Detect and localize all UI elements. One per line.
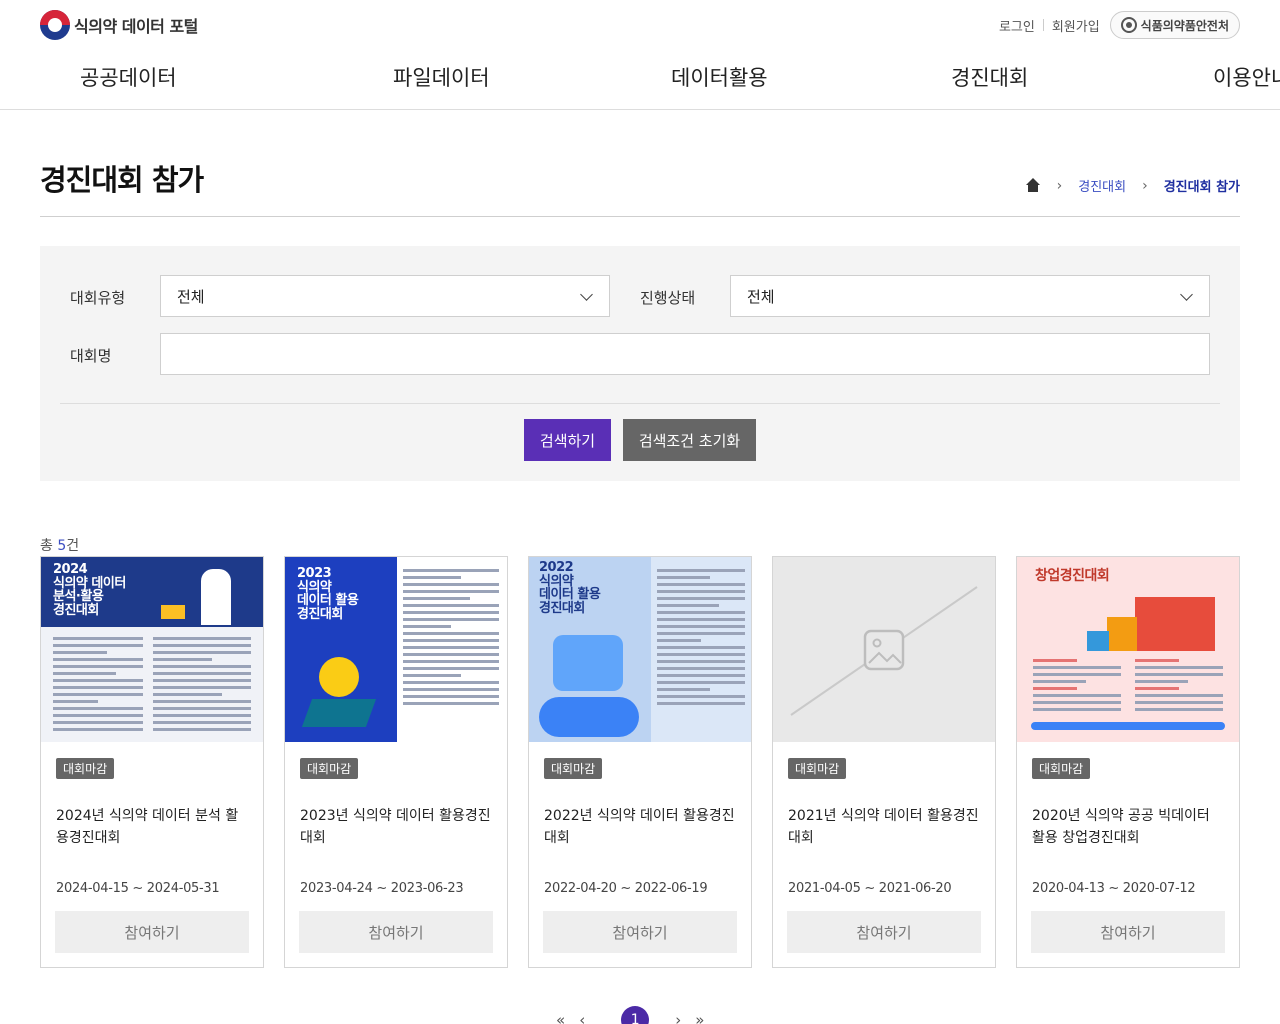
contest-card[interactable]: 대회마감 2021년 식의약 데이터 활용경진대회 2021-04-05 ~ 2… [772,556,996,968]
poster-text: 창업경진대회 [1035,568,1110,584]
title-divider [40,216,1240,217]
contest-poster-image[interactable]: 창업경진대회 [1017,557,1239,742]
contest-name-input[interactable] [160,333,1210,375]
status-badge: 대회마감 [1032,758,1091,779]
breadcrumb-current[interactable]: 경진대회 참가 [1164,176,1240,195]
image-placeholder[interactable] [773,557,995,742]
status-select[interactable]: 전체 [730,275,1210,317]
chevron-down-icon [1180,288,1193,301]
reset-button[interactable]: 검색조건 초기화 [623,419,756,461]
chevron-right-icon: › [1142,177,1148,194]
card-date: 2023-04-24 ~ 2023-06-23 [300,881,464,896]
gnb-contest[interactable]: 경진대회 [951,62,1028,92]
prev-page-icon[interactable]: ‹ [579,1011,585,1024]
status-badge: 대회마감 [544,758,603,779]
card-title[interactable]: 2023년 식의약 데이터 활용경진대회 [300,805,495,849]
card-title[interactable]: 2021년 식의약 데이터 활용경진대회 [788,805,983,849]
no-image-icon [790,586,978,716]
count-suffix: 건 [66,538,80,554]
poster-text: 2024 식의약 데이터 분석·활용 경진대회 [53,562,126,618]
status-badge: 대회마감 [788,758,847,779]
join-button[interactable]: 참여하기 [1031,911,1225,953]
panel-divider [60,403,1220,404]
breadcrumb: › 경진대회 › 경진대회 참가 [1025,176,1240,195]
logo-text: 식의약 데이터 포털 [74,17,198,36]
page-title: 경진대회 참가 [40,163,204,197]
gnb-guide[interactable]: 이용안내 [1213,62,1280,92]
result-count: 총 5건 [40,535,79,555]
login-link[interactable]: 로그인 [999,16,1035,35]
contest-card[interactable]: 2023 식의약 데이터 활용 경진대회 대회마감 2023년 식의약 데이터 … [284,556,508,968]
card-date: 2022-04-20 ~ 2022-06-19 [544,881,708,896]
agency-link-button[interactable]: 식품의약품안전처 [1109,11,1240,39]
count-number: 5 [57,538,67,554]
contest-card[interactable]: 2024 식의약 데이터 분석·활용 경진대회 대회마감 2024년 식의약 데… [40,556,264,968]
card-title[interactable]: 2020년 식의약 공공 빅데이터 활용 창업경진대회 [1032,805,1227,849]
card-date: 2021-04-05 ~ 2021-06-20 [788,881,952,896]
pagination: « ‹ 1 › » [556,1006,718,1024]
status-value: 전체 [747,287,775,306]
poster-text: 2023 식의약 데이터 활용 경진대회 [297,566,359,622]
contest-type-value: 전체 [177,287,205,306]
contest-card[interactable]: 창업경진대회 대회마감 2020년 식의약 공공 빅데이터 활용 창업경진대회 … [1016,556,1240,968]
home-icon[interactable] [1025,177,1041,194]
gnb-file-data[interactable]: 파일데이터 [393,62,490,92]
contest-type-select[interactable]: 전체 [160,275,610,317]
site-logo[interactable]: 식의약 데이터 포털 [40,10,198,40]
status-badge: 대회마감 [300,758,359,779]
card-title[interactable]: 2024년 식의약 데이터 분석 활용경진대회 [56,805,251,849]
card-date: 2024-04-15 ~ 2024-05-31 [56,881,220,896]
status-badge: 대회마감 [56,758,115,779]
join-button[interactable]: 참여하기 [55,911,249,953]
main-navigation: 공공데이터 파일데이터 데이터활용 경진대회 이용안내 [0,50,1280,110]
signup-link[interactable]: 회원가입 [1052,16,1100,35]
agency-logo-icon [1120,17,1137,33]
gnb-data-usage[interactable]: 데이터활용 [671,62,768,92]
next-page-icon[interactable]: › [675,1011,681,1024]
first-page-icon[interactable]: « [556,1011,565,1024]
page-number-current[interactable]: 1 [621,1006,650,1024]
agency-label: 식품의약품안전처 [1140,18,1229,33]
chevron-down-icon [580,288,593,301]
status-label: 진행상태 [640,289,696,307]
gnb-public-data[interactable]: 공공데이터 [80,62,177,92]
poster-text: 2022 식의약 데이터 활용 경진대회 [539,560,601,616]
count-prefix: 총 [40,538,58,554]
contest-type-label: 대회유형 [70,289,126,307]
divider [1042,19,1044,31]
join-button[interactable]: 참여하기 [787,911,981,953]
join-button[interactable]: 참여하기 [543,911,737,953]
chevron-right-icon: › [1056,177,1063,194]
top-bar: 식의약 데이터 포털 로그인 회원가입 식품의약품안전처 [0,0,1280,50]
join-button[interactable]: 참여하기 [299,911,493,953]
contest-poster-image[interactable]: 2023 식의약 데이터 활용 경진대회 [285,557,507,742]
utility-menu: 로그인 회원가입 식품의약품안전처 [999,11,1240,39]
government-emblem-icon [40,10,70,40]
contest-name-label: 대회명 [70,347,112,365]
contest-poster-image[interactable]: 2024 식의약 데이터 분석·활용 경진대회 [41,557,263,742]
card-title[interactable]: 2022년 식의약 데이터 활용경진대회 [544,805,739,849]
search-panel: 대회유형 전체 진행상태 전체 대회명 검색하기 검색조건 초기화 [40,246,1240,481]
card-date: 2020-04-13 ~ 2020-07-12 [1032,881,1196,896]
breadcrumb-contest[interactable]: 경진대회 [1078,176,1126,195]
last-page-icon[interactable]: » [695,1011,704,1024]
contest-poster-image[interactable]: 2022 식의약 데이터 활용 경진대회 [529,557,751,742]
search-button[interactable]: 검색하기 [524,419,611,461]
contest-card[interactable]: 2022 식의약 데이터 활용 경진대회 대회마감 2022년 식의약 데이터 … [528,556,752,968]
